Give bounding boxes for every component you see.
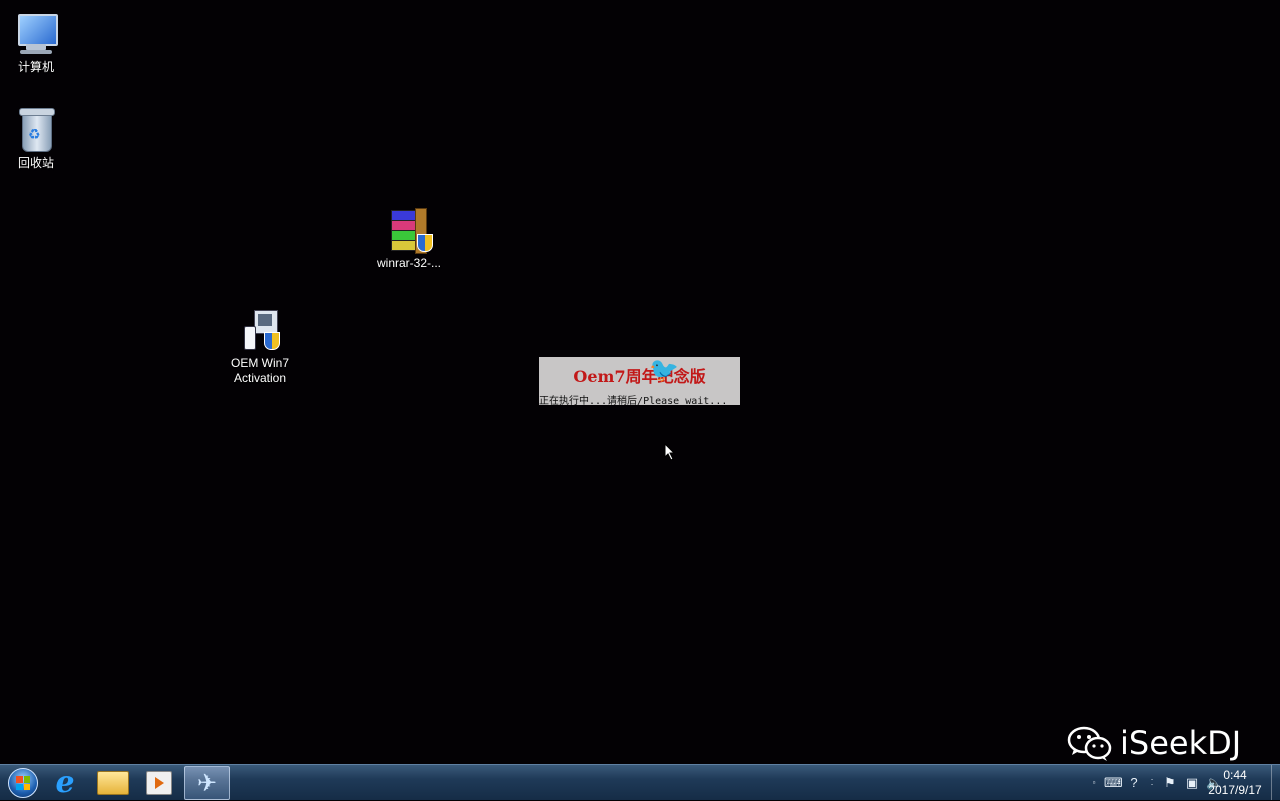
desktop-icon-winrar[interactable]: winrar-32-... bbox=[364, 206, 454, 271]
taskbar-explorer[interactable] bbox=[90, 766, 136, 800]
oem-activation-icon bbox=[236, 306, 284, 354]
splash-title: Oem7周年纪念版 bbox=[573, 367, 706, 386]
winrar-icon bbox=[385, 206, 433, 254]
tray-dots-icon[interactable]: ⁚ bbox=[1148, 775, 1156, 791]
keyboard-icon[interactable]: ⌨ bbox=[1104, 775, 1123, 791]
paper-plane-icon: ✈ bbox=[196, 769, 218, 797]
desktop-icon-oem-activation[interactable]: OEM Win7 Activation bbox=[215, 306, 305, 386]
taskbar-media-player[interactable] bbox=[136, 766, 182, 800]
media-player-icon bbox=[146, 771, 172, 795]
start-button[interactable] bbox=[0, 766, 46, 800]
taskbar-activation-app[interactable]: ✈ bbox=[184, 766, 230, 800]
network-icon[interactable]: ▣ bbox=[1184, 775, 1200, 791]
desktop-icon-label: 回收站 bbox=[17, 156, 54, 170]
internet-explorer-icon: e bbox=[55, 765, 75, 800]
splash-status-text: 正在执行中...请稍后/Please wait... bbox=[539, 396, 728, 407]
wechat-logo-icon bbox=[1067, 726, 1112, 761]
computer-icon bbox=[12, 10, 60, 58]
help-icon[interactable]: ? bbox=[1126, 775, 1142, 791]
recycle-bin-icon: ♻ bbox=[12, 106, 60, 154]
action-center-flag-icon[interactable]: ⚑ bbox=[1162, 775, 1178, 791]
windows-logo-icon bbox=[8, 768, 38, 798]
taskbar-internet-explorer[interactable]: e bbox=[42, 766, 88, 800]
desktop-icon-label: 计算机 bbox=[17, 60, 54, 74]
show-desktop-button[interactable] bbox=[1271, 765, 1280, 800]
desktop[interactable]: 计算机 ♻ 回收站 winrar-32-... OEM Win7 Activat… bbox=[0, 0, 1280, 764]
watermark-text: iSeekDJ bbox=[1120, 724, 1242, 762]
activation-splash-window: Oem7周年纪念版 🐦 正在执行中...请稍后/Please wait... bbox=[539, 357, 740, 407]
language-indicator-icon[interactable]: ▫ bbox=[1090, 775, 1098, 791]
taskbar-clock[interactable]: 0:44 2017/9/17 bbox=[1202, 768, 1268, 798]
clock-time: 0:44 bbox=[1223, 768, 1247, 782]
mouse-cursor-icon bbox=[664, 443, 676, 461]
desktop-icon-computer[interactable]: 计算机 bbox=[0, 10, 81, 75]
clock-date: 2017/9/17 bbox=[1208, 783, 1262, 797]
watermark: iSeekDJ bbox=[1066, 722, 1241, 764]
folder-icon bbox=[97, 771, 129, 795]
desktop-icon-recycle-bin[interactable]: ♻ 回收站 bbox=[0, 106, 81, 171]
desktop-icon-label: OEM Win7 Activation bbox=[230, 356, 289, 385]
taskbar: e ✈ ▫ ⌨ ? ⁚ ⚑ ▣ 🔈 0:44 2017/9/17 bbox=[0, 764, 1280, 800]
bird-logo-icon: 🐦 bbox=[649, 357, 679, 384]
desktop-icon-label: winrar-32-... bbox=[376, 256, 441, 270]
